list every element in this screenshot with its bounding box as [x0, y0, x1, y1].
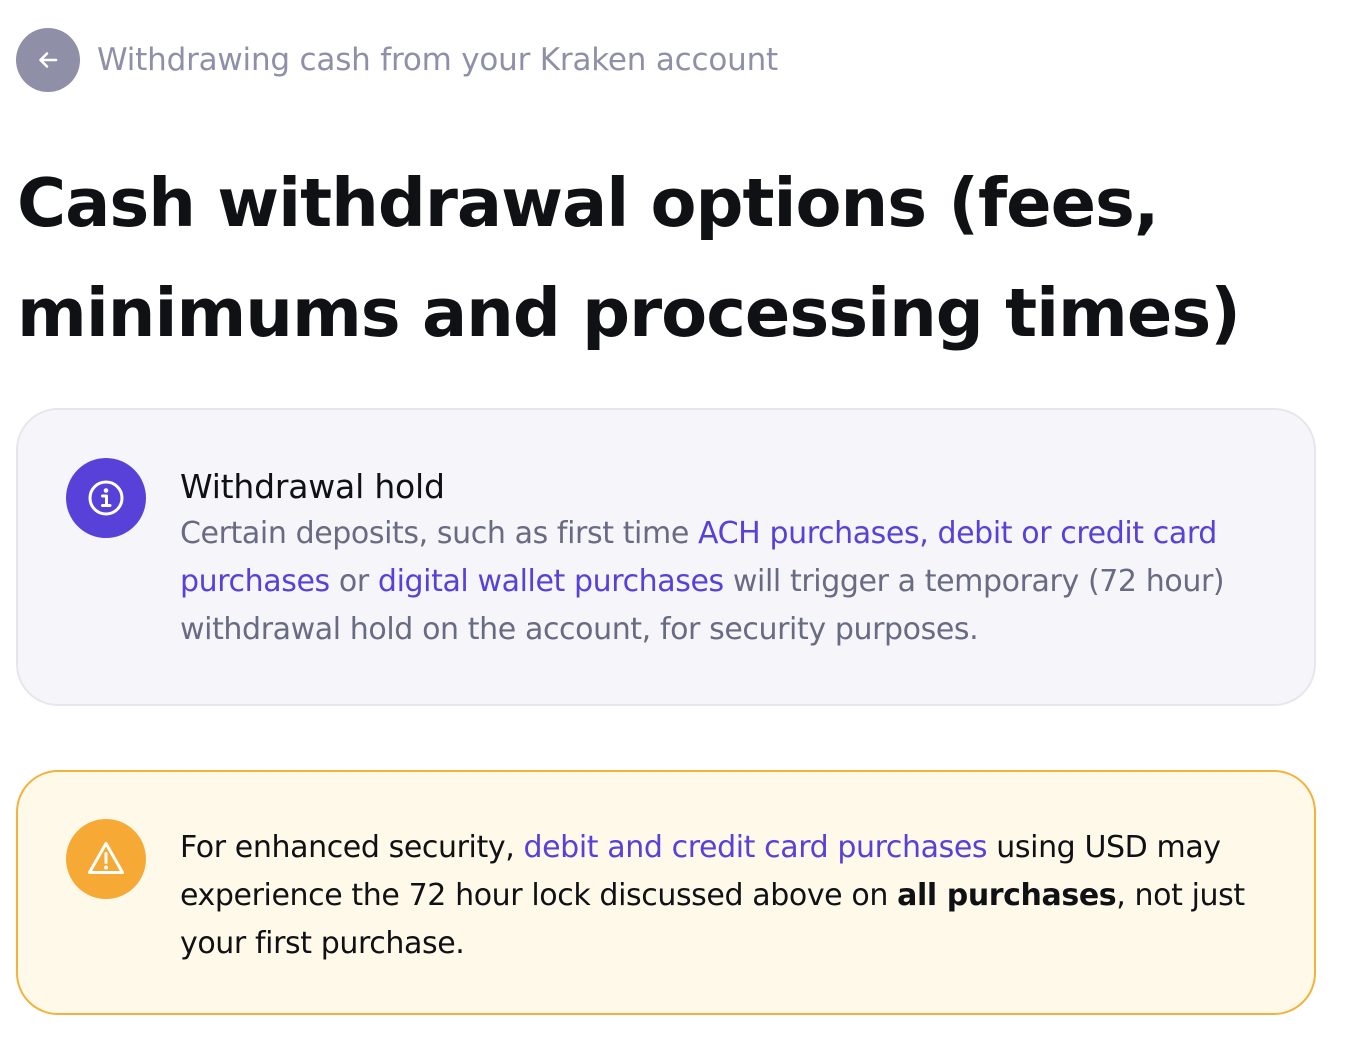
withdrawal-hold-callout: Withdrawal hold Certain deposits, such a…	[16, 408, 1316, 706]
arrow-left-icon	[39, 52, 58, 68]
info-icon	[66, 458, 146, 538]
ach-purchases-link[interactable]: ACH purchases	[698, 516, 920, 551]
callout-heading: Withdrawal hold	[180, 467, 445, 506]
text-segment: Certain deposits, such as first time	[180, 516, 699, 551]
breadcrumb: Withdrawing cash from your Kraken accoun…	[16, 28, 778, 92]
text-segment: For enhanced security,	[180, 830, 524, 865]
callout-body: For enhanced security, debit and credit …	[180, 824, 1270, 968]
security-warning-callout: For enhanced security, debit and credit …	[16, 770, 1316, 1015]
digital-wallet-purchases-link[interactable]: digital wallet purchases	[378, 564, 724, 599]
emphasis-text: all purchases	[897, 878, 1117, 913]
debit-credit-card-purchases-link[interactable]: debit and credit card purchases	[523, 830, 987, 865]
text-segment: ,	[919, 516, 938, 551]
warning-triangle-icon	[66, 819, 146, 899]
back-button[interactable]	[16, 28, 80, 92]
callout-body: Withdrawal hold Certain deposits, such a…	[180, 464, 1270, 654]
text-segment: or	[329, 564, 378, 599]
callout-text: For enhanced security, debit and credit …	[180, 824, 1270, 968]
page-title: Cash withdrawal options (fees, minimums …	[17, 164, 1241, 352]
breadcrumb-link[interactable]: Withdrawing cash from your Kraken accoun…	[97, 42, 778, 78]
callout-text: Certain deposits, such as first time ACH…	[180, 510, 1270, 654]
